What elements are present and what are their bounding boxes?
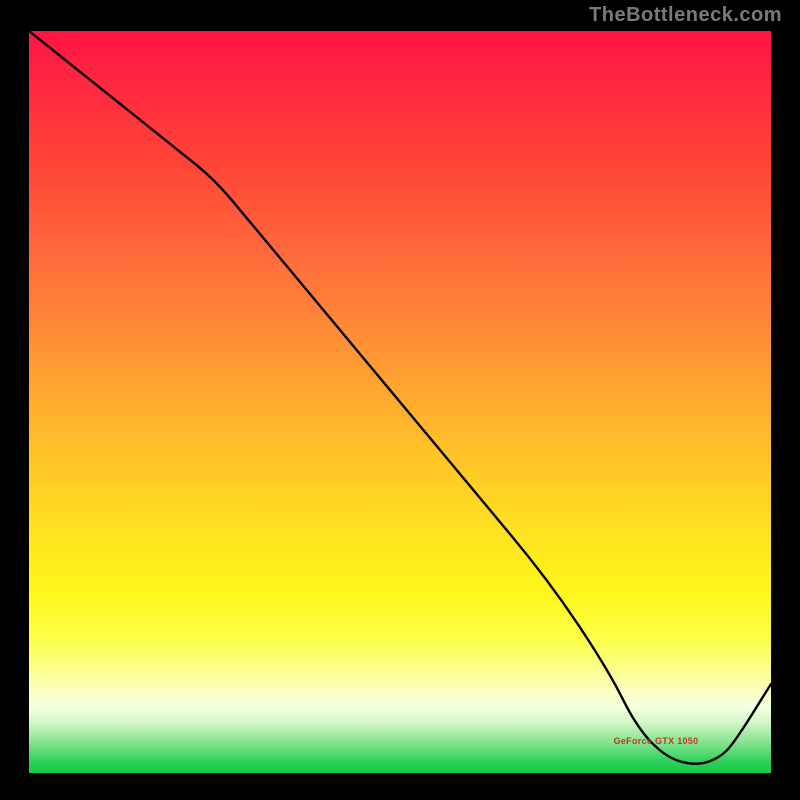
chart-root: TheBottleneck.com GeForce GTX 1050 (0, 0, 800, 800)
plot-frame (24, 26, 776, 778)
attribution-text: TheBottleneck.com (589, 4, 782, 27)
